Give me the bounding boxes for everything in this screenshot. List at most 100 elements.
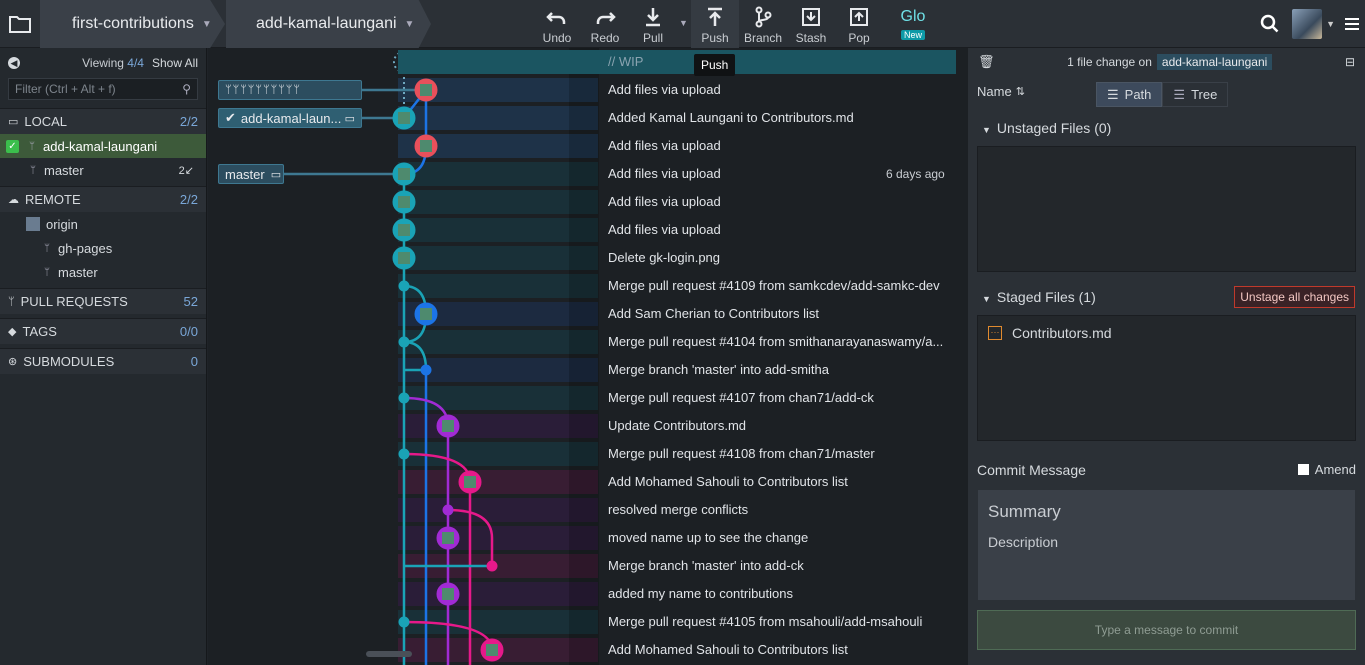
laptop-icon: ▭ (8, 116, 19, 128)
list-icon: ☰ (1107, 86, 1119, 102)
commit-graph[interactable]: Add files via upload Added Kamal Laungani… (208, 48, 968, 665)
branch-tag-master[interactable]: master ▭ (218, 164, 284, 184)
remote-origin-label: origin (46, 216, 78, 232)
branch-tag-current[interactable]: ✔ add-kamal-laun... ▭ (218, 108, 362, 128)
submodules-section-header[interactable]: ⊛ SUBMODULES 0 (0, 348, 206, 374)
sort-name-label[interactable]: Name (977, 84, 1012, 99)
remote-branch-gh-pages[interactable]: ᛘ gh-pages (0, 236, 206, 260)
branch-tag-label: add-kamal-laun... (240, 110, 342, 126)
branch-icon: ᛘ (29, 140, 35, 152)
open-repo-button[interactable] (0, 0, 40, 48)
summary-input[interactable]: Summary (978, 490, 1355, 522)
unstaged-files-list (977, 146, 1356, 272)
local-count: 2/2 (179, 114, 198, 129)
push-tooltip: Push (694, 54, 736, 76)
path-view-button[interactable]: ☰ Path (1096, 82, 1163, 107)
avatar (442, 532, 454, 544)
submodules-count: 0 (190, 354, 198, 369)
viewing-label: Viewing (82, 56, 124, 70)
menu-icon[interactable] (1345, 18, 1359, 30)
commit-message: Add Sam Cherian to Contributors list (608, 306, 819, 321)
repo-selector[interactable]: first-contributions ▼ (40, 0, 225, 48)
push-icon (708, 7, 722, 26)
chevron-down-icon: ▼ (201, 18, 212, 30)
remote-branch-master[interactable]: ᛘ master (0, 260, 206, 284)
submodules-label: SUBMODULES (23, 354, 115, 369)
merge-node (486, 560, 498, 572)
trash-icon[interactable]: 🗑 (978, 54, 995, 70)
collapse-panel-icon[interactable]: ⊟ (1345, 55, 1355, 69)
redo-label: Redo (590, 31, 620, 45)
merge-node (398, 336, 410, 348)
tags-section-header[interactable]: ◆ TAGS 0/0 (0, 318, 206, 344)
avatar (420, 140, 432, 152)
viewing-info: Viewing 4/4 (82, 56, 144, 70)
staged-header[interactable]: ▼ Staged Files (1) (982, 289, 1096, 305)
tree-view-button[interactable]: ☰ Tree (1162, 82, 1229, 107)
commit-message: Merge pull request #4104 from smithanara… (608, 334, 944, 349)
filter-input[interactable]: Filter (Ctrl + Alt + f) ⚲ (8, 78, 198, 100)
remote-section-header[interactable]: ☁ REMOTE 2/2 (0, 186, 206, 212)
commit-message: Add Mohamed Sahouli to Contributors list (608, 474, 848, 489)
commit-button[interactable]: Type a message to commit (977, 610, 1356, 650)
pull-options-caret[interactable]: ▼ (679, 18, 688, 28)
chevron-down-icon: ▼ (982, 125, 991, 135)
sort-icon[interactable]: ⇅ (1016, 85, 1025, 98)
pop-icon (850, 8, 868, 26)
merge-node (420, 364, 432, 376)
branch-icon: ᛘ (44, 242, 50, 254)
stash-button[interactable]: Stash (787, 0, 835, 48)
avatar (442, 420, 454, 432)
pull-requests-section-header[interactable]: ᛘ PULL REQUESTS 52 (0, 288, 206, 314)
commit-message: Add files via upload (608, 82, 721, 97)
branch-tag-truncated[interactable]: ᛘᛘᛘᛘᛘᛘᛘᛘᛘᛘ (218, 80, 362, 100)
commit-message: Add files via upload (608, 166, 721, 181)
avatar (398, 168, 410, 180)
unstage-all-button[interactable]: Unstage all changes (1234, 286, 1355, 308)
chevron-down-icon[interactable]: ▼ (1326, 19, 1335, 29)
horizontal-scrollbar[interactable] (366, 651, 412, 657)
description-input[interactable]: Description (978, 522, 1355, 550)
unstaged-header[interactable]: ▼ Unstaged Files (0) (982, 120, 1111, 136)
remote-origin[interactable]: origin (0, 212, 206, 236)
glo-button[interactable]: Glo New (895, 8, 931, 41)
pull-requests-label: PULL REQUESTS (20, 294, 128, 309)
staged-file-row[interactable]: ··· Contributors.md (978, 316, 1355, 350)
wip-row[interactable] (398, 50, 956, 74)
push-label: Push (701, 31, 729, 45)
collapse-panel-icon[interactable]: ◀ (8, 57, 20, 69)
pop-button[interactable]: Pop (835, 0, 883, 48)
wip-label: // WIP (608, 54, 644, 69)
pull-button[interactable]: Pull (629, 0, 677, 48)
local-section-header[interactable]: ▭ LOCAL 2/2 (0, 108, 206, 134)
show-all-button[interactable]: Show All (152, 56, 198, 70)
local-branch-master[interactable]: ᛘ master 2↙ (0, 158, 206, 182)
avatar[interactable] (1292, 9, 1323, 39)
undo-icon (546, 12, 566, 24)
staged-label: Staged Files (1) (996, 289, 1096, 305)
change-summary: 1 file change on (1067, 55, 1152, 69)
avatar (398, 252, 410, 264)
local-branch-add-kamal-laungani[interactable]: ✓ ᛘ add-kamal-laungani (0, 134, 206, 158)
redo-button[interactable]: Redo (581, 0, 629, 48)
path-label: Path (1124, 87, 1152, 102)
search-icon[interactable] (1260, 14, 1280, 34)
branch-selector[interactable]: add-kamal-laungani ▼ (226, 0, 431, 48)
tree-label: Tree (1191, 87, 1218, 102)
amend-checkbox[interactable]: Amend (1297, 462, 1356, 477)
merge-node (398, 616, 410, 628)
stash-icon (802, 8, 820, 26)
remote-label: REMOTE (25, 192, 81, 207)
commit-message: moved name up to see the change (608, 530, 809, 545)
left-panel: ◀ Viewing 4/4 Show All Filter (Ctrl + Al… (0, 48, 207, 665)
cloud-icon: ☁ (8, 194, 19, 206)
push-button[interactable]: Push (691, 0, 739, 48)
pull-icon (646, 8, 660, 27)
merge-node (398, 280, 410, 292)
local-label: LOCAL (24, 114, 68, 129)
staged-files-list: ··· Contributors.md (977, 315, 1356, 441)
undo-button[interactable]: Undo (533, 0, 581, 48)
repo-name: first-contributions (72, 15, 194, 32)
branch-button[interactable]: Branch (739, 0, 787, 48)
avatar (486, 644, 498, 656)
